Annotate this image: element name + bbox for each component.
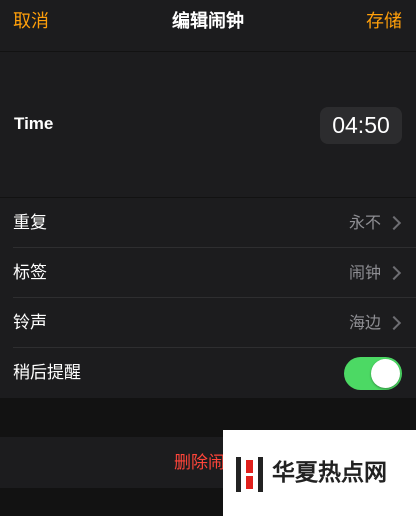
- snooze-row: 稍后提醒: [0, 348, 416, 398]
- nav-bar: 取消 编辑闹钟 存储: [0, 0, 416, 51]
- sound-label: 铃声: [13, 313, 47, 333]
- watermark-text: 华夏热点网: [272, 459, 387, 486]
- tag-label: 标签: [13, 263, 47, 283]
- settings-list: 重复 永不 标签 闹钟 铃声 海边 稍后提醒: [0, 198, 416, 398]
- sound-value: 海边: [348, 313, 381, 332]
- time-picker[interactable]: 04:50: [320, 107, 402, 144]
- time-label: Time: [14, 114, 54, 133]
- time-section: Time 04:50: [0, 52, 416, 197]
- repeat-label: 重复: [13, 213, 47, 233]
- page-title: 编辑闹钟: [172, 11, 244, 32]
- snooze-label: 稍后提醒: [13, 363, 81, 383]
- chevron-right-icon: [386, 265, 402, 281]
- snooze-toggle[interactable]: [344, 357, 402, 390]
- toggle-knob: [371, 359, 400, 388]
- save-button[interactable]: 存储: [366, 10, 402, 34]
- repeat-row[interactable]: 重复 永不: [0, 198, 416, 248]
- tag-value: 闹钟: [348, 263, 381, 282]
- sound-row[interactable]: 铃声 海边: [0, 298, 416, 348]
- watermark: 华夏热点网: [223, 430, 416, 516]
- chevron-right-icon: [386, 315, 402, 331]
- chevron-right-icon: [386, 215, 402, 231]
- repeat-value: 永不: [348, 213, 381, 232]
- logo-icon: [236, 457, 263, 492]
- tag-row[interactable]: 标签 闹钟: [0, 248, 416, 298]
